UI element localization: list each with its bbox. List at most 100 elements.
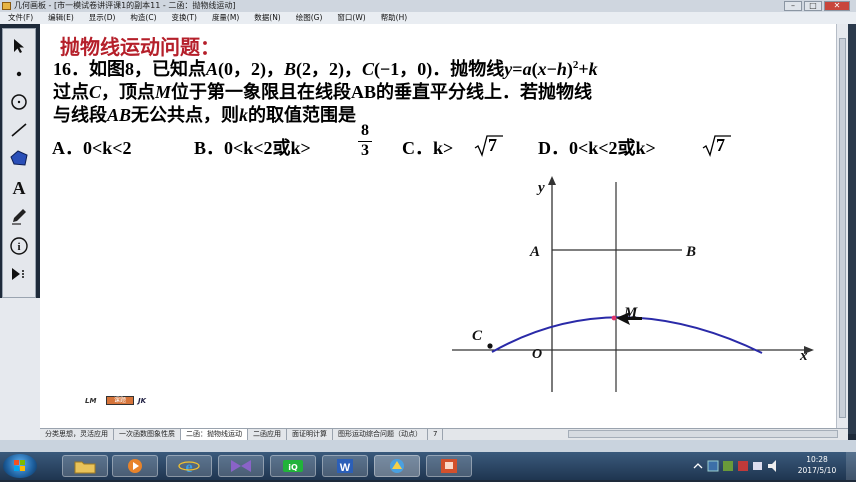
line3-text-a: 与线段 — [53, 105, 107, 125]
svg-text:W: W — [340, 462, 351, 474]
point-tool[interactable] — [5, 61, 33, 87]
menu-bar: 文件(F) 编辑(E) 显示(D) 构造(C) 变换(T) 度量(M) 数据(N… — [0, 12, 856, 24]
parabola-figure: y x A B C M O — [452, 176, 814, 392]
point-b-label: B — [284, 59, 297, 79]
line1-text-c: (0，2)， — [218, 59, 285, 79]
scroll-thumb[interactable] — [839, 38, 846, 418]
compass-tool[interactable] — [5, 89, 33, 115]
taskbar-bowtie-app[interactable] — [218, 455, 264, 477]
line3-text-c: 无公共点，则 — [131, 105, 240, 125]
tab-page-2[interactable]: 一次函数图象性质 — [114, 429, 181, 440]
plus-sign: + — [578, 59, 589, 79]
jk-logo: JK — [138, 397, 147, 405]
problem-line-3: 与线段AB无公共点，则k的取值范围是 — [53, 101, 356, 127]
option-a-text: 0<k<2 — [83, 138, 132, 158]
var-a: a — [522, 59, 532, 79]
ie-icon: e — [178, 459, 200, 475]
text-icon: A — [12, 177, 26, 198]
start-button[interactable] — [3, 454, 37, 478]
windows-logo-icon — [14, 460, 25, 471]
point-m-ref: M — [155, 82, 172, 102]
arrow-tool[interactable] — [5, 33, 33, 59]
window-titlebar: 几何画板 - [市一模试卷讲评课1的副本11 - 二函：抛物线运动] – □ ✕ — [0, 0, 856, 12]
tab-page-7[interactable]: 7 — [428, 429, 444, 440]
y-axis-label: y — [536, 180, 545, 196]
menu-transform[interactable]: 变换(T) — [164, 12, 204, 24]
clock-time: 10:28 — [806, 455, 828, 464]
menu-file[interactable]: 文件(F) — [0, 12, 40, 24]
minus-sign: − — [546, 59, 557, 79]
menu-help[interactable]: 帮助(H) — [373, 12, 415, 24]
option-b: B．0<k<2或k> — [194, 134, 311, 160]
toolbox: A i — [2, 28, 36, 298]
marker-tool[interactable] — [5, 203, 33, 229]
arrow-icon — [14, 39, 24, 53]
taskbar-iqiyi[interactable]: iQ — [270, 455, 316, 477]
taskbar-clock[interactable]: 10:28 2017/5/10 — [792, 454, 842, 476]
tab-page-6[interactable]: 图形运动综合问题（动点） — [333, 429, 428, 440]
menu-display[interactable]: 显示(D) — [81, 12, 123, 24]
straightedge-tool[interactable] — [5, 117, 33, 143]
fraction-denominator: 3 — [358, 141, 372, 160]
close-button[interactable]: ✕ — [824, 1, 850, 11]
tab-page-1[interactable]: 分类思想，灵活应用 — [40, 429, 114, 440]
option-c: C．k> — [402, 134, 453, 160]
bowtie-icon — [231, 460, 251, 472]
taskbar-powerpoint[interactable] — [426, 455, 472, 477]
show-desktop-button[interactable] — [846, 452, 856, 480]
taskbar-word[interactable]: W — [322, 455, 368, 477]
maximize-button[interactable]: □ — [804, 1, 822, 11]
segment-ab-ref: AB — [107, 105, 132, 125]
point-c[interactable] — [487, 343, 493, 349]
option-b-text: 0<k<2或k> — [224, 138, 311, 158]
menu-measure[interactable]: 度量(M) — [204, 12, 246, 24]
y-axis-arrow — [548, 176, 556, 185]
line3-text-e: 的取值范围是 — [248, 105, 357, 125]
menu-data[interactable]: 数据(N) — [246, 12, 287, 24]
option-d-radicand: 7 — [716, 135, 725, 155]
line1-text-g: (−1，0)．抛物线 — [374, 59, 505, 79]
option-c-radicand: 7 — [488, 135, 497, 155]
taskbar-folder[interactable] — [62, 455, 108, 477]
circle-icon — [11, 94, 27, 110]
option-d: D．0<k<2或k> — [538, 134, 656, 160]
minimize-button[interactable]: – — [784, 1, 802, 11]
point-a-label: A — [206, 59, 219, 79]
custom-tool[interactable] — [5, 261, 33, 287]
text-tool[interactable]: A — [5, 175, 33, 201]
option-b-label: B． — [194, 138, 225, 158]
taskbar-sketchpad[interactable] — [374, 455, 420, 477]
point-c-label: C — [362, 59, 375, 79]
info-icon: i — [10, 237, 28, 255]
info-tool[interactable]: i — [5, 233, 33, 259]
menu-edit[interactable]: 编辑(E) — [40, 12, 81, 24]
line1-text-e: (2，2)， — [296, 59, 363, 79]
system-tray — [690, 456, 800, 476]
app-icon — [2, 2, 11, 10]
window-controls: – □ ✕ — [784, 0, 850, 12]
option-a: A．0<k<2 — [52, 134, 132, 160]
tab-page-5[interactable]: 面证明计算 — [287, 429, 333, 440]
option-c-text: k> — [433, 138, 454, 158]
menu-graph[interactable]: 绘图(G) — [288, 12, 330, 24]
lm-logo: LM — [85, 397, 97, 405]
taskbar-ie[interactable]: e — [166, 455, 212, 477]
polygon-tool[interactable] — [5, 145, 33, 171]
label-c: C — [472, 328, 483, 344]
equals-sign: = — [512, 59, 523, 79]
tab-page-3[interactable]: 二函：抛物线运动 — [181, 429, 248, 440]
line1-text-a: 16．如图8，已知点 — [53, 59, 206, 79]
tab-page-4[interactable]: 二函应用 — [248, 429, 287, 440]
toolbox-empty-area — [0, 298, 40, 440]
vertical-scrollbar[interactable] — [836, 24, 848, 428]
var-k: k — [588, 59, 598, 79]
menu-construct[interactable]: 构造(C) — [122, 12, 163, 24]
word-icon: W — [337, 459, 353, 474]
powerpoint-icon — [441, 459, 457, 473]
horizontal-scrollbar[interactable] — [568, 430, 838, 438]
menu-window[interactable]: 窗口(W) — [329, 12, 372, 24]
taskbar-media-player[interactable] — [112, 455, 158, 477]
tray-icons — [693, 460, 776, 472]
point-m[interactable] — [611, 315, 617, 321]
var-h: h — [556, 59, 567, 79]
